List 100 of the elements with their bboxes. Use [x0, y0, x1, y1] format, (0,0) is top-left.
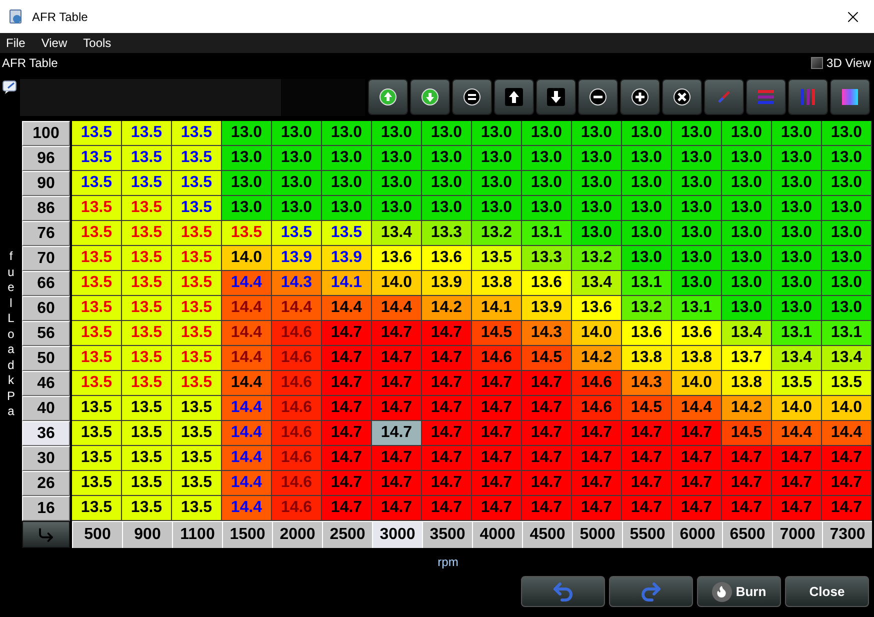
table-cell[interactable]: 14.7	[522, 496, 572, 521]
table-cell[interactable]: 13.5	[122, 371, 172, 396]
table-cell[interactable]: 14.5	[722, 421, 772, 446]
table-cell[interactable]: 14.4	[772, 421, 822, 446]
table-cell[interactable]: 14.7	[522, 371, 572, 396]
table-cell[interactable]: 13.0	[322, 146, 372, 171]
table-cell[interactable]: 13.0	[772, 171, 822, 196]
table-cell[interactable]: 13.4	[722, 321, 772, 346]
table-cell[interactable]: 14.0	[772, 396, 822, 421]
table-cell[interactable]: 13.9	[422, 271, 472, 296]
table-cell[interactable]: 13.9	[272, 246, 322, 271]
table-cell[interactable]: 13.1	[772, 321, 822, 346]
table-cell[interactable]: 13.0	[622, 246, 672, 271]
table-cell[interactable]: 13.0	[472, 196, 522, 221]
equals-button[interactable]	[452, 79, 492, 115]
table-cell[interactable]: 13.6	[572, 296, 622, 321]
table-cell[interactable]: 13.2	[472, 221, 522, 246]
table-cell[interactable]: 13.0	[222, 121, 272, 146]
column-header[interactable]: 3000	[372, 521, 422, 548]
table-cell[interactable]: 13.0	[222, 196, 272, 221]
table-cell[interactable]: 13.0	[272, 121, 322, 146]
table-cell[interactable]: 13.0	[522, 171, 572, 196]
plus-button[interactable]	[620, 79, 660, 115]
table-cell[interactable]: 13.8	[622, 346, 672, 371]
table-cell[interactable]: 13.0	[372, 196, 422, 221]
table-cell[interactable]: 13.0	[422, 146, 472, 171]
table-cell[interactable]: 13.0	[722, 171, 772, 196]
table-cell[interactable]: 14.0	[672, 371, 722, 396]
increase-button[interactable]	[368, 79, 408, 115]
table-cell[interactable]: 14.2	[422, 296, 472, 321]
table-cell[interactable]: 13.8	[672, 346, 722, 371]
table-cell[interactable]: 13.4	[822, 346, 872, 371]
table-cell[interactable]: 13.5	[172, 321, 222, 346]
table-cell[interactable]: 13.5	[72, 246, 122, 271]
table-cell[interactable]: 13.0	[772, 221, 822, 246]
table-cell[interactable]: 13.0	[372, 146, 422, 171]
table-cell[interactable]: 14.7	[672, 421, 722, 446]
table-cell[interactable]: 13.0	[772, 121, 822, 146]
view-checkbox[interactable]	[810, 57, 823, 69]
table-cell[interactable]: 14.7	[822, 496, 872, 521]
table-cell[interactable]: 13.0	[672, 171, 722, 196]
table-cell[interactable]: 13.5	[72, 271, 122, 296]
swap-axes-button[interactable]	[22, 521, 70, 548]
table-cell[interactable]: 13.0	[572, 196, 622, 221]
table-cell[interactable]: 14.7	[322, 396, 372, 421]
horizontal-bars-button[interactable]	[746, 79, 786, 115]
vertical-bars-button[interactable]	[788, 79, 828, 115]
table-cell[interactable]: 13.5	[72, 171, 122, 196]
table-cell[interactable]: 14.5	[472, 321, 522, 346]
column-header[interactable]: 500	[72, 521, 122, 548]
column-header[interactable]: 1500	[222, 521, 272, 548]
row-header[interactable]: 76	[22, 221, 70, 246]
table-cell[interactable]: 13.5	[172, 196, 222, 221]
table-cell[interactable]: 13.3	[422, 221, 472, 246]
table-cell[interactable]: 13.5	[122, 221, 172, 246]
table-cell[interactable]: 13.0	[222, 171, 272, 196]
row-header[interactable]: 86	[22, 196, 70, 221]
table-cell[interactable]: 13.6	[622, 321, 672, 346]
table-cell[interactable]: 14.7	[372, 471, 422, 496]
table-cell[interactable]: 13.8	[472, 271, 522, 296]
table-cell[interactable]: 13.5	[172, 221, 222, 246]
minus-button[interactable]	[578, 79, 618, 115]
table-cell[interactable]: 14.7	[472, 421, 522, 446]
view-toggle-label[interactable]: 3D View	[826, 54, 871, 72]
table-cell[interactable]: 14.6	[572, 396, 622, 421]
column-header[interactable]: 2500	[322, 521, 372, 548]
table-cell[interactable]: 13.0	[722, 121, 772, 146]
table-cell[interactable]: 13.0	[822, 246, 872, 271]
column-header[interactable]: 4500	[522, 521, 572, 548]
gradient-button[interactable]	[830, 79, 870, 115]
table-cell[interactable]: 14.7	[322, 346, 372, 371]
table-cell[interactable]: 13.5	[72, 371, 122, 396]
column-header[interactable]: 5000	[572, 521, 622, 548]
table-cell[interactable]: 14.7	[472, 496, 522, 521]
table-cell[interactable]: 13.5	[122, 421, 172, 446]
table-cell[interactable]: 14.7	[772, 496, 822, 521]
table-cell[interactable]: 13.0	[622, 196, 672, 221]
arrow-down-button[interactable]	[536, 79, 576, 115]
row-header[interactable]: 26	[22, 471, 70, 496]
menu-item[interactable]: View	[41, 34, 68, 52]
table-cell[interactable]: 13.5	[122, 271, 172, 296]
table-cell[interactable]: 13.0	[622, 121, 672, 146]
table-cell[interactable]: 14.7	[322, 446, 372, 471]
table-cell[interactable]: 14.7	[672, 496, 722, 521]
table-cell[interactable]: 14.7	[522, 421, 572, 446]
row-header[interactable]: 100	[22, 121, 70, 146]
table-cell[interactable]: 14.7	[672, 446, 722, 471]
table-cell[interactable]: 13.0	[572, 171, 622, 196]
column-header[interactable]: 6000	[672, 521, 722, 548]
row-header[interactable]: 96	[22, 146, 70, 171]
table-cell[interactable]: 14.7	[672, 471, 722, 496]
table-cell[interactable]: 14.4	[822, 421, 872, 446]
table-cell[interactable]: 14.7	[472, 446, 522, 471]
table-cell[interactable]: 14.0	[372, 271, 422, 296]
table-cell[interactable]: 14.5	[522, 346, 572, 371]
table-cell[interactable]: 14.7	[622, 471, 672, 496]
table-cell[interactable]: 13.0	[672, 121, 722, 146]
table-cell[interactable]: 13.0	[772, 296, 822, 321]
row-header[interactable]: 70	[22, 246, 70, 271]
table-cell[interactable]: 13.5	[72, 196, 122, 221]
